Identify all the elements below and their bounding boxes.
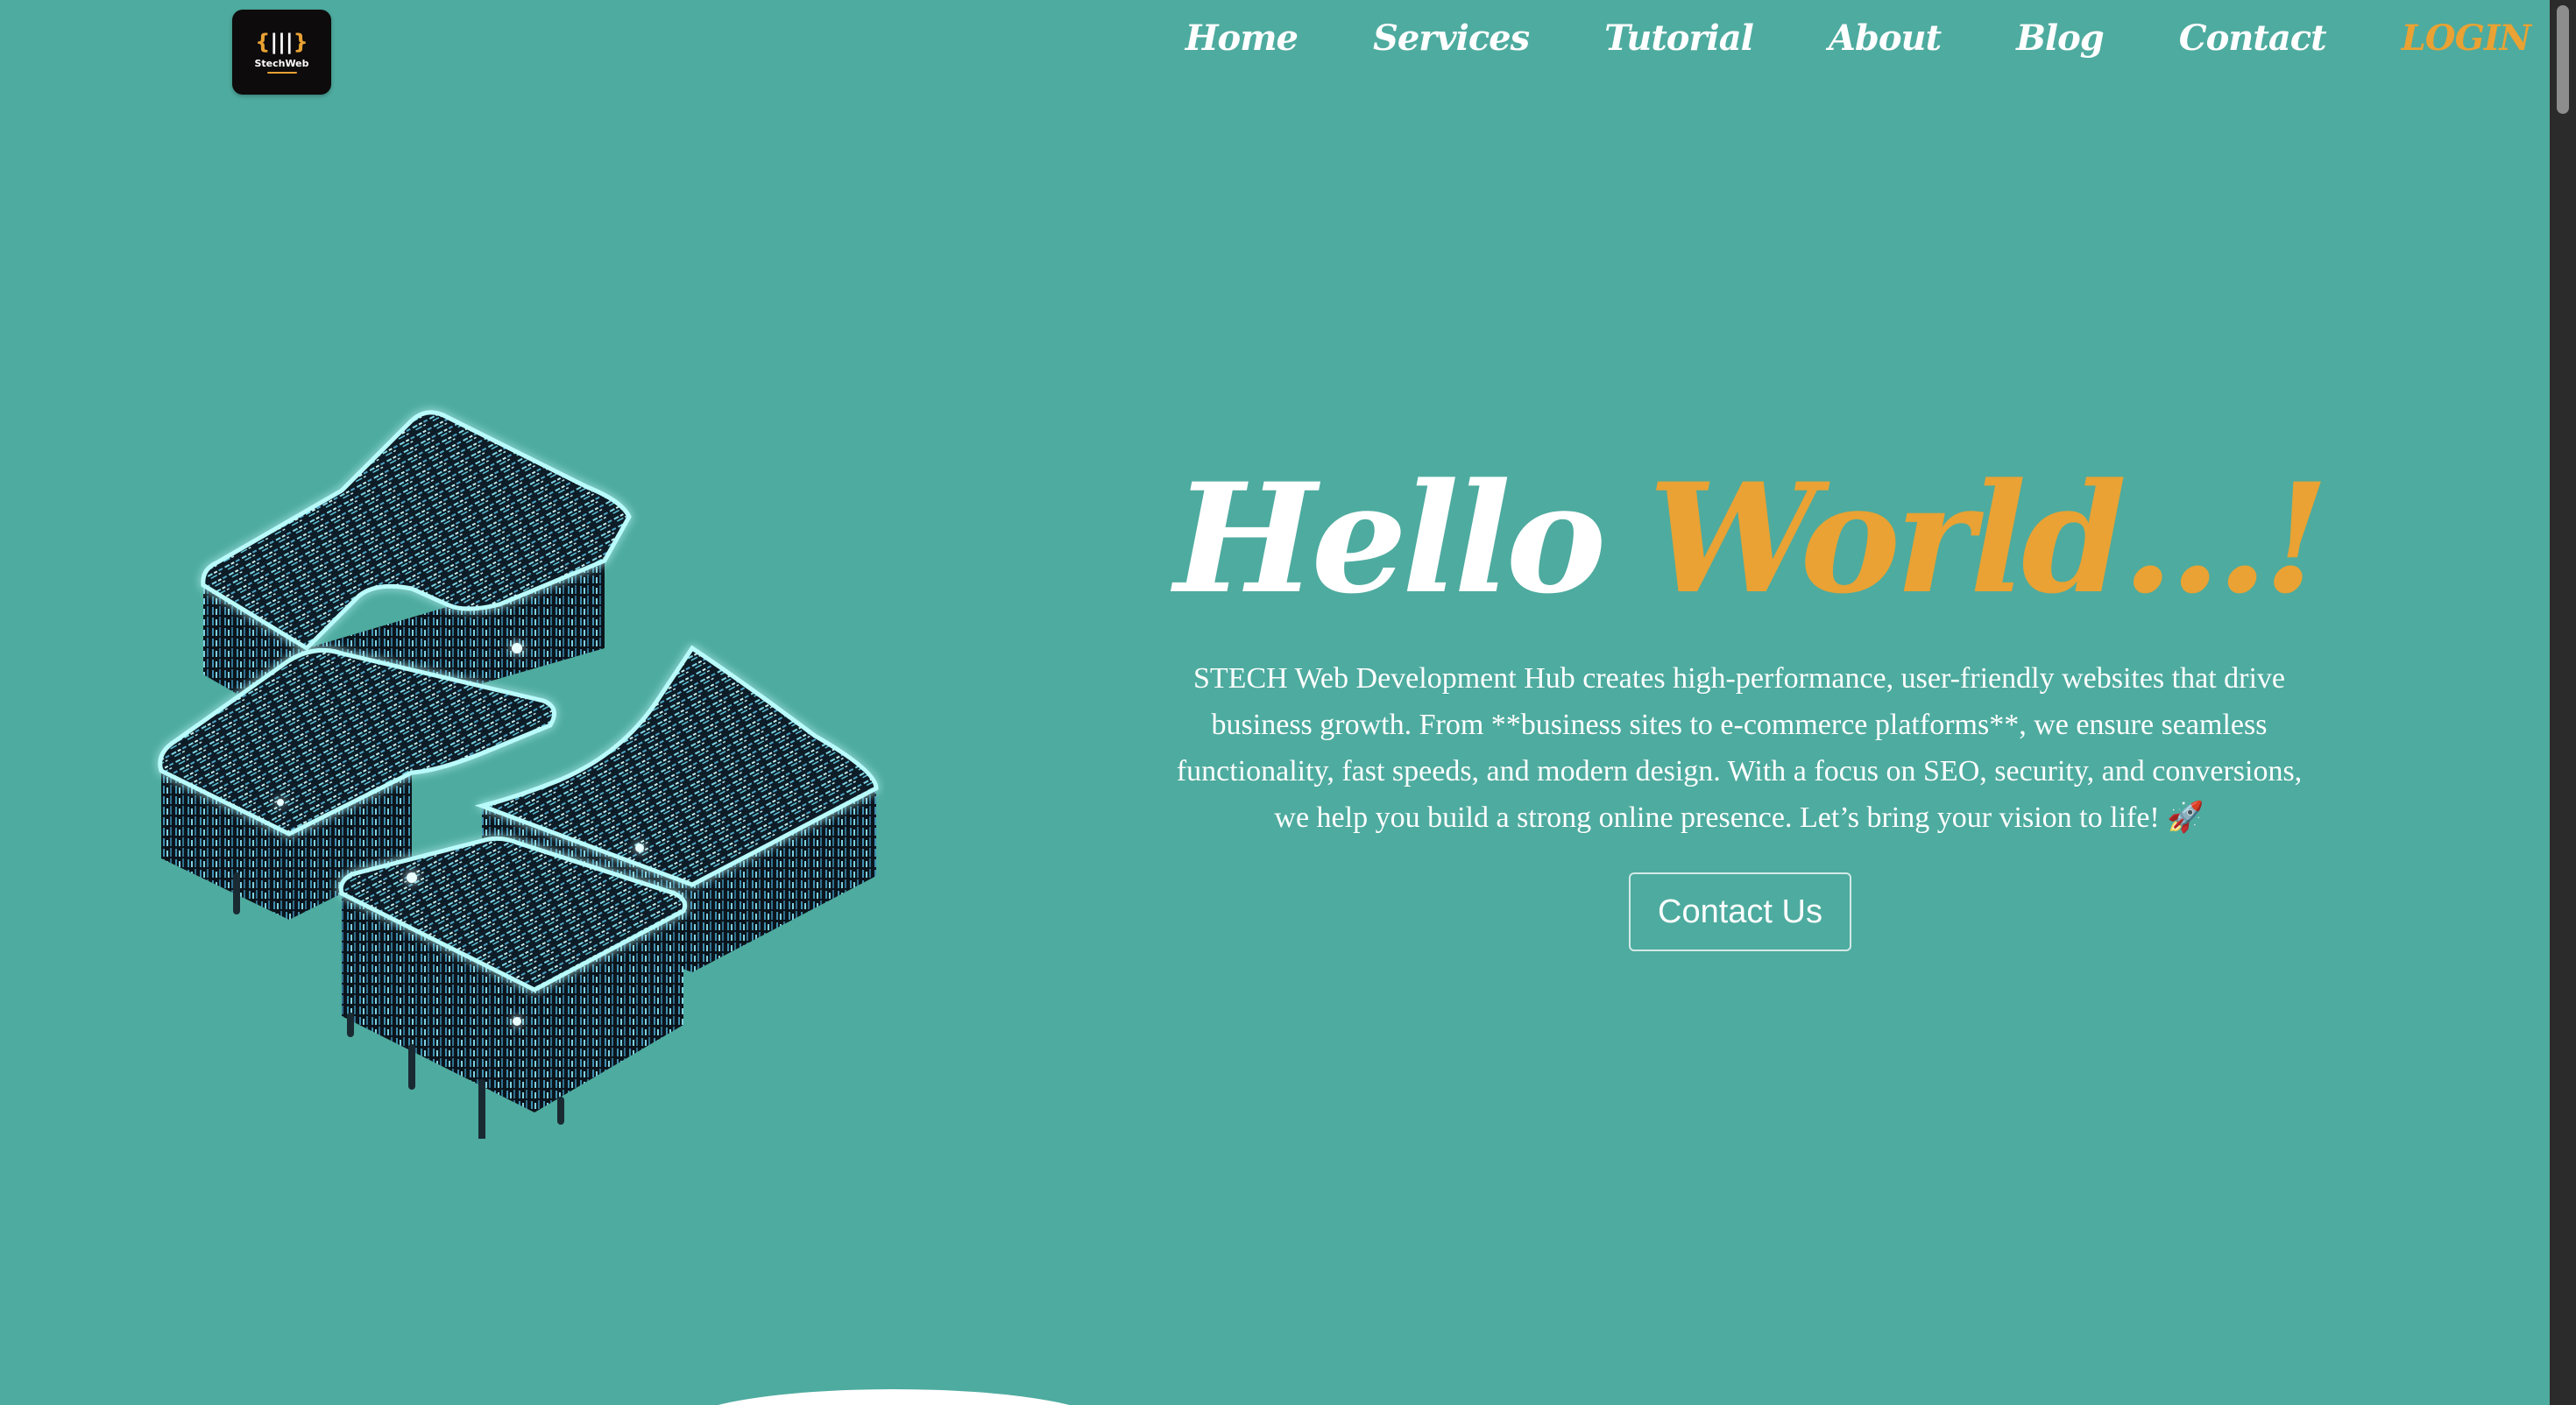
logo-text: StechWeb bbox=[254, 57, 309, 69]
hero-title-world: World...! bbox=[1648, 449, 2329, 627]
page-scrollbar[interactable] bbox=[2550, 0, 2576, 1405]
logo-brace-right: } bbox=[293, 29, 308, 54]
contact-us-button[interactable]: Contact Us bbox=[1629, 872, 1851, 951]
hero-title-hello: Hello bbox=[1174, 449, 1649, 627]
hero-description: STECH Web Development Hub creates high-p… bbox=[1176, 662, 2303, 834]
stechweb-logo-icon: {|||} bbox=[255, 32, 308, 53]
page: {|||} StechWeb Home Services Tutorial Ab… bbox=[0, 0, 2576, 1405]
nav-tutorial[interactable]: Tutorial bbox=[1604, 18, 1754, 59]
bottom-wave-decoration bbox=[683, 1389, 1104, 1405]
logo-bars: ||| bbox=[270, 29, 294, 54]
hero-title: Hello World...! bbox=[1174, 455, 2329, 621]
isometric-data-blocks-illustration bbox=[158, 410, 879, 1139]
logo-underline bbox=[266, 71, 297, 74]
nav-login[interactable]: LOGIN bbox=[2402, 18, 2531, 59]
scrollbar-thumb[interactable] bbox=[2557, 5, 2569, 114]
nav-home[interactable]: Home bbox=[1185, 18, 1299, 59]
main-nav: Home Services Tutorial About Blog Contac… bbox=[1110, 18, 2531, 59]
nav-contact[interactable]: Contact bbox=[2179, 18, 2327, 59]
logo-brace-left: { bbox=[255, 29, 271, 54]
nav-about[interactable]: About bbox=[1829, 18, 1942, 59]
nav-blog[interactable]: Blog bbox=[2016, 18, 2105, 59]
logo[interactable]: {|||} StechWeb bbox=[232, 10, 331, 95]
data-block-front bbox=[338, 836, 688, 1112]
nav-services[interactable]: Services bbox=[1373, 18, 1530, 59]
